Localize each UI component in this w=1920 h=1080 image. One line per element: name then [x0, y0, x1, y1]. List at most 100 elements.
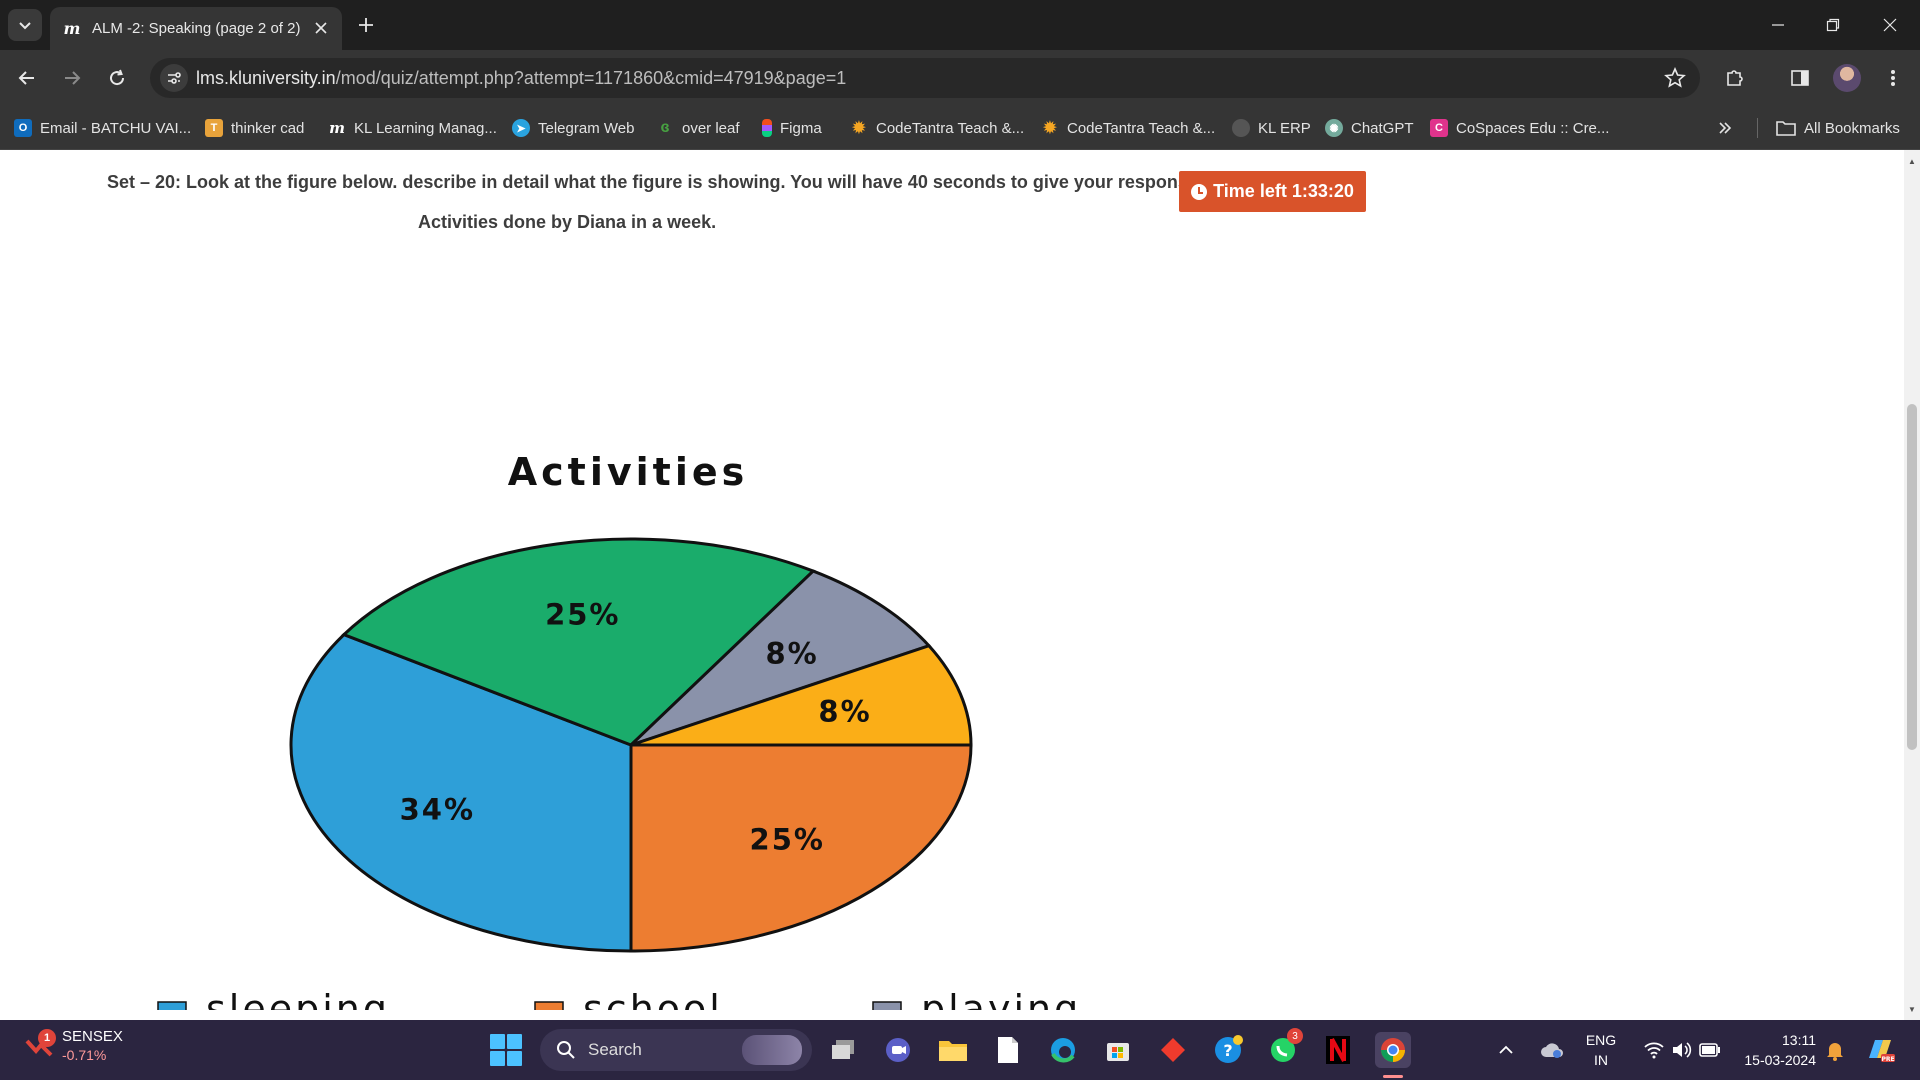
whatsapp-badge: 3 [1287, 1028, 1303, 1044]
figma-icon [762, 119, 772, 137]
tab-close-button[interactable] [312, 19, 330, 37]
bookmark-figma[interactable]: Figma [762, 116, 822, 140]
document-icon [998, 1037, 1018, 1063]
bookmark-codetantra-2[interactable]: ✹ CodeTantra Teach &... [1041, 116, 1215, 140]
chrome-icon [1381, 1038, 1405, 1062]
plus-icon [359, 18, 373, 32]
profile-avatar[interactable] [1833, 64, 1861, 92]
pie-label-music: 25% [545, 597, 620, 631]
microsoft-store-button[interactable] [1100, 1032, 1136, 1068]
notepad-button[interactable] [990, 1032, 1026, 1068]
bookmark-telegram[interactable]: ➤ Telegram Web [512, 116, 634, 140]
close-icon [1883, 18, 1897, 32]
pie-label-school: 25% [750, 823, 825, 857]
svg-text:?: ? [1223, 1041, 1232, 1060]
bookmark-overleaf[interactable]: ɞ over leaf [656, 116, 740, 140]
pie-label-tv: 8% [818, 695, 871, 729]
page-scrollbar[interactable]: ▲ ▼ [1904, 150, 1920, 1020]
help-button[interactable]: ? [1210, 1032, 1246, 1068]
active-tab[interactable]: m ALM -2: Speaking (page 2 of 2) [50, 7, 342, 50]
onedrive-button[interactable] [1538, 1032, 1566, 1068]
tab-search-button[interactable] [8, 9, 42, 41]
codetantra-icon: ✹ [852, 120, 866, 137]
extensions-button[interactable] [1720, 63, 1750, 93]
show-hidden-icons-button[interactable] [1494, 1032, 1518, 1068]
bookmark-star-button[interactable] [1664, 66, 1686, 94]
quiz-page: Set – 20: Look at the figure below. desc… [0, 150, 1904, 1020]
restore-button[interactable] [1813, 10, 1853, 40]
pie-label-sleeping: 34% [400, 793, 475, 827]
bookmark-cospaces[interactable]: C CoSpaces Edu :: Cre... [1430, 116, 1609, 140]
whatsapp-button[interactable]: 3 [1265, 1028, 1303, 1068]
close-window-button[interactable] [1870, 10, 1910, 40]
reload-button[interactable] [101, 62, 133, 94]
file-explorer-button[interactable] [935, 1032, 971, 1068]
chevron-up-icon [1499, 1045, 1513, 1054]
erp-icon [1232, 119, 1250, 137]
chrome-button[interactable] [1375, 1032, 1411, 1068]
bookmark-label: Telegram Web [538, 119, 635, 137]
timer-text: Time left 1:33:20 [1213, 181, 1354, 201]
bookmark-label: Email - BATCHU VAI... [40, 119, 192, 137]
task-view-button[interactable] [826, 1032, 862, 1068]
bookmark-kl-erp[interactable]: KL ERP [1232, 116, 1311, 140]
question-text: Set – 20: Look at the figure below. desc… [107, 172, 1182, 192]
sensex-name: SENSEX [62, 1028, 123, 1045]
url-domain: lms.kluniversity.in [196, 68, 336, 88]
bookmark-kl-learning[interactable]: m KL Learning Manag... [328, 116, 497, 140]
edge-button[interactable] [1045, 1032, 1081, 1068]
quiz-timer: Time left 1:33:20 [1179, 171, 1366, 212]
bookmark-label: over leaf [682, 119, 740, 137]
teams-chat-button[interactable] [880, 1032, 916, 1068]
scroll-up-arrow[interactable]: ▲ [1907, 154, 1917, 168]
bookmark-email[interactable]: O Email - BATCHU VAI... [14, 116, 191, 140]
outlook-icon: O [14, 119, 32, 137]
bookmark-tinkercad[interactable]: Tthinker cad [205, 116, 304, 140]
bookmark-codetantra-1[interactable]: ✹ CodeTantra Teach &... [850, 116, 1024, 140]
site-info-button[interactable] [160, 64, 188, 92]
chatgpt-icon: ✺ [1325, 119, 1343, 137]
windows-logo-pane [507, 1034, 522, 1049]
clock-icon [1191, 183, 1208, 200]
bookmark-chatgpt[interactable]: ✺ ChatGPT [1325, 116, 1414, 140]
scroll-down-arrow[interactable]: ▼ [1907, 1002, 1917, 1016]
telegram-icon: ➤ [512, 119, 530, 137]
system-clock[interactable]: 13:11 15-03-2024 [1730, 1030, 1816, 1070]
windows-taskbar: 1 SENSEX -0.71% Search ? 3 ENG IN 13:11 … [0, 1020, 1920, 1080]
start-button[interactable] [490, 1034, 522, 1066]
minimize-button[interactable] [1758, 10, 1798, 40]
anydesk-button[interactable] [1155, 1032, 1191, 1068]
scroll-thumb[interactable] [1907, 404, 1917, 750]
bookmark-label: CodeTantra Teach &... [876, 119, 1025, 137]
diamond-icon [1161, 1038, 1185, 1062]
tune-icon [168, 72, 181, 84]
moodle-icon: m [63, 19, 81, 38]
legend-label-playing: playing [921, 987, 1081, 1010]
notifications-button[interactable] [1821, 1032, 1849, 1068]
new-tab-button[interactable] [354, 13, 378, 37]
forward-button[interactable] [56, 62, 88, 94]
back-button[interactable] [11, 62, 43, 94]
language-indicator[interactable]: ENG IN [1578, 1030, 1624, 1070]
netflix-button[interactable] [1320, 1032, 1356, 1068]
bookmarks-overflow-button[interactable] [1718, 116, 1732, 140]
chrome-menu-button[interactable] [1878, 63, 1908, 93]
stock-widget[interactable]: 1 SENSEX -0.71% [24, 1028, 123, 1063]
all-bookmarks-button[interactable]: All Bookmarks [1776, 116, 1900, 140]
quick-settings-button[interactable] [1632, 1032, 1732, 1068]
taskbar-search[interactable]: Search [540, 1029, 812, 1071]
volume-icon [1673, 1042, 1692, 1058]
all-bookmarks-label: All Bookmarks [1804, 119, 1900, 137]
figure-caption: Activities done by Diana in a week. [418, 212, 717, 232]
copilot-button[interactable]: PRE [1862, 1032, 1898, 1068]
wifi-icon [1644, 1042, 1664, 1059]
tinkercad-icon: T [205, 119, 223, 137]
cloud-icon [1541, 1043, 1563, 1058]
pie-chart: Activities 25% 34% 25% 8%8% sleeping school p… [157, 450, 1081, 1010]
side-panel-button[interactable] [1785, 63, 1815, 93]
pie-slices [289, 537, 973, 953]
folder-icon [1776, 121, 1796, 136]
svg-text:PRE: PRE [1881, 1056, 1894, 1063]
address-bar[interactable]: lms.kluniversity.in/mod/quiz/attempt.php… [150, 58, 1700, 98]
arrow-right-icon [65, 71, 81, 85]
